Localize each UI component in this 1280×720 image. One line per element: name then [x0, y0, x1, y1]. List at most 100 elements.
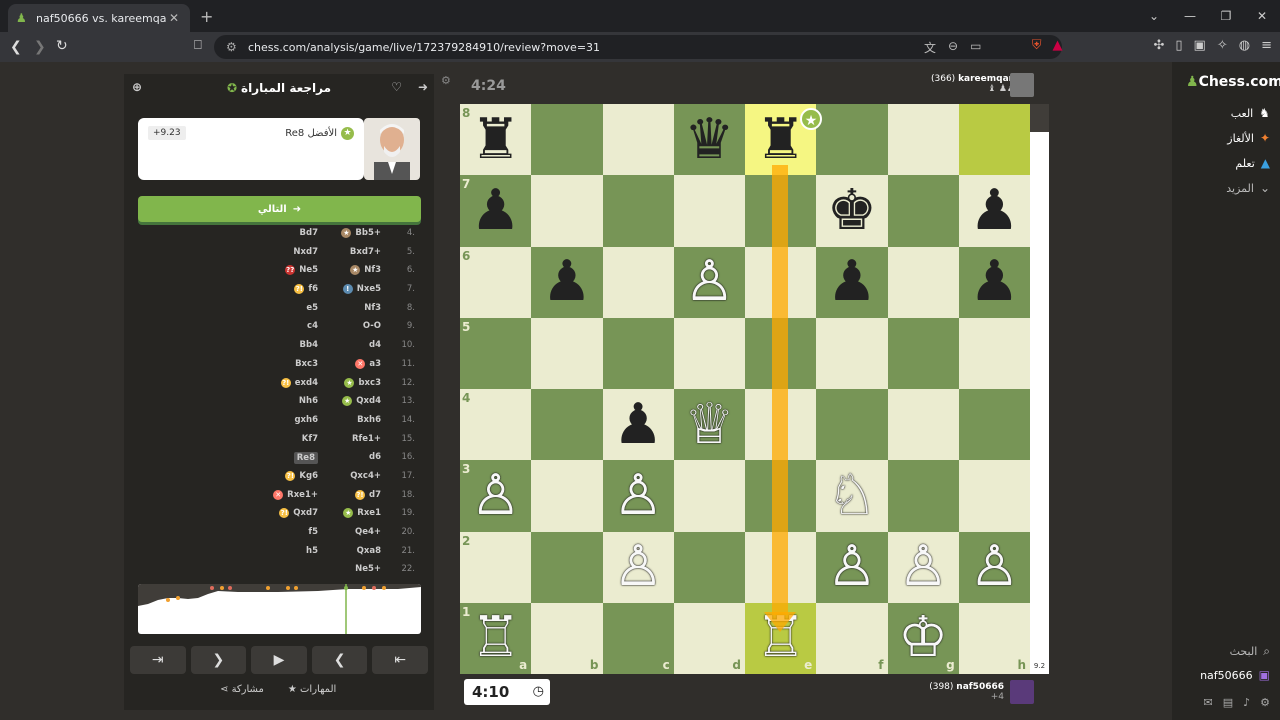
white-piece[interactable]: ♔: [898, 610, 948, 666]
square-f1[interactable]: f: [816, 602, 888, 674]
white-piece[interactable]: ♙: [613, 539, 663, 595]
black-piece[interactable]: ♟: [471, 182, 521, 239]
white-piece[interactable]: ♙: [613, 467, 663, 524]
bell-icon[interactable]: ♪: [1243, 696, 1250, 709]
black-move[interactable]: Nh6: [299, 396, 318, 406]
square-h6[interactable]: ♟: [958, 246, 1030, 318]
square-c1[interactable]: c: [602, 602, 674, 674]
nav-more[interactable]: المزيد ⌄: [1226, 181, 1270, 195]
square-h5[interactable]: [958, 317, 1030, 389]
nav-user[interactable]: naf50666 ▣: [1200, 668, 1270, 682]
white-move[interactable]: ★ Nf3: [350, 265, 381, 276]
white-move[interactable]: ★ Qxd4: [342, 396, 381, 407]
square-a2[interactable]: 2: [460, 531, 532, 603]
square-d3[interactable]: [673, 460, 745, 532]
back-arrow-icon[interactable]: ➜: [418, 80, 428, 94]
tab-search-icon[interactable]: ⌄: [1136, 0, 1172, 32]
white-piece[interactable]: ♙: [827, 539, 877, 595]
square-c5[interactable]: [602, 317, 674, 389]
close-window-button[interactable]: ✕: [1244, 0, 1280, 32]
white-move[interactable]: ★ Bb5+: [341, 228, 381, 238]
black-move[interactable]: Nxd7: [293, 247, 318, 257]
square-c8[interactable]: [602, 104, 674, 176]
bookmark-icon[interactable]: ⎕: [194, 38, 202, 53]
square-b5[interactable]: [531, 317, 603, 389]
square-a3[interactable]: 3 ♙: [460, 460, 532, 532]
square-g7[interactable]: [887, 175, 959, 247]
black-piece[interactable]: ♚: [827, 182, 877, 239]
square-g5[interactable]: [887, 317, 959, 389]
white-move[interactable]: Bxd7+: [350, 247, 381, 257]
settings-gear-icon[interactable]: ⚙: [441, 74, 451, 87]
black-move[interactable]: ?? Ne5: [285, 265, 318, 276]
chess-board[interactable]: 8 ♜ ♛ ♜ 7 ♟ ♚ ♟ 6 ♟ ♙ ♟ ♟ 5 4 ♟ ♕ 3 ♙ ♙ ♘ 2 ♙ ♙ ♙ ♙ 1 a ♖ b c d e ♖ f g ♔ h: [460, 104, 1030, 674]
next-button[interactable]: التالي ➜: [138, 196, 421, 222]
new-tab-button[interactable]: +: [200, 7, 213, 26]
black-move[interactable]: gxh6: [294, 415, 318, 425]
black-move[interactable]: ✕ Rxe1+: [273, 489, 318, 500]
square-d1[interactable]: d: [673, 602, 745, 674]
square-b7[interactable]: [531, 175, 603, 247]
square-f7[interactable]: ♚: [816, 175, 888, 247]
nav-search[interactable]: البحث ⌕: [1230, 644, 1270, 659]
black-move[interactable]: Bd7: [300, 228, 318, 238]
gear-icon[interactable]: ⚙: [1260, 696, 1270, 709]
white-move[interactable]: ?! d7: [355, 489, 381, 500]
last-move-button[interactable]: ⇥: [130, 646, 186, 674]
white-move[interactable]: Bxh6: [357, 415, 381, 425]
square-h3[interactable]: [958, 460, 1030, 532]
back-button[interactable]: ❮: [10, 39, 22, 55]
minimize-button[interactable]: —: [1172, 0, 1208, 32]
square-g4[interactable]: [887, 389, 959, 461]
square-d6[interactable]: ♙: [673, 246, 745, 318]
next-move-button[interactable]: ❯: [190, 646, 247, 674]
bottom-player-avatar[interactable]: [1010, 680, 1034, 704]
square-b3[interactable]: [531, 460, 603, 532]
black-piece[interactable]: ♟: [542, 254, 592, 310]
brave-shield-icon[interactable]: ⛨: [1032, 38, 1042, 53]
square-d8[interactable]: ♛: [673, 104, 745, 176]
maximize-button[interactable]: ❐: [1208, 0, 1244, 32]
square-b8[interactable]: [531, 104, 603, 176]
square-a8[interactable]: 8 ♜: [460, 104, 532, 176]
rewards-icon[interactable]: ▲: [1052, 38, 1062, 53]
square-b2[interactable]: [531, 531, 603, 603]
square-g8[interactable]: [887, 104, 959, 176]
white-piece[interactable]: ♖: [471, 610, 521, 666]
black-piece[interactable]: ♟: [969, 182, 1019, 239]
white-move[interactable]: ✕ a3: [355, 358, 381, 369]
square-g6[interactable]: [887, 246, 959, 318]
site-info-icon[interactable]: ⚙: [226, 40, 237, 54]
white-piece[interactable]: ♙: [684, 254, 734, 310]
chess-logo[interactable]: ♟Chess.com: [1186, 74, 1280, 90]
square-f5[interactable]: [816, 317, 888, 389]
sidebar-icon[interactable]: ▯: [1175, 38, 1182, 53]
white-move[interactable]: Qxa8: [357, 546, 381, 556]
white-move[interactable]: Nf3: [364, 303, 381, 313]
nav-puzzles[interactable]: الألغاز ✦: [1227, 131, 1270, 145]
bottom-player-name[interactable]: naf50666: [956, 682, 1004, 692]
translate-icon[interactable]: 文: [924, 39, 936, 56]
square-f8[interactable]: [816, 104, 888, 176]
white-move[interactable]: Rfe1+: [352, 434, 381, 444]
black-move[interactable]: c4: [307, 321, 318, 331]
eval-graph[interactable]: [138, 584, 421, 634]
black-move[interactable]: Re8: [293, 452, 318, 465]
square-h4[interactable]: [958, 389, 1030, 461]
square-a7[interactable]: 7 ♟: [460, 175, 532, 247]
square-f3[interactable]: ♘: [816, 460, 888, 532]
square-c2[interactable]: ♙: [602, 531, 674, 603]
black-move[interactable]: ?! Qxd7: [279, 508, 318, 519]
black-move[interactable]: ?! f6: [294, 284, 318, 295]
white-move[interactable]: d6: [369, 452, 381, 462]
white-move[interactable]: Qe4+: [355, 527, 381, 537]
black-move[interactable]: ?! Kg6: [285, 470, 318, 481]
square-h2[interactable]: ♙: [958, 531, 1030, 603]
square-d7[interactable]: [673, 175, 745, 247]
zoom-analysis-icon[interactable]: ⊕: [132, 80, 142, 94]
close-tab-icon[interactable]: ✕: [166, 11, 182, 25]
white-move[interactable]: Ne5+: [355, 564, 381, 574]
share-link[interactable]: ⋖ مشاركة: [220, 684, 264, 695]
favorite-heart-icon[interactable]: ♡: [391, 80, 402, 94]
square-g2[interactable]: ♙: [887, 531, 959, 603]
